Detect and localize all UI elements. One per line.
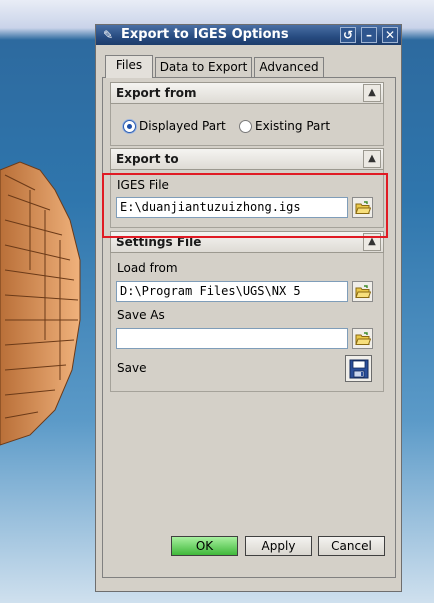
ok-button[interactable]: OK [171,536,238,556]
tab-files[interactable]: Files [105,55,153,78]
collapse-settings-file-icon[interactable]: ▲ [363,233,381,251]
load-from-label: Load from [117,261,178,275]
tab-advanced[interactable]: Advanced [254,57,324,77]
existing-part-radio[interactable] [239,120,252,133]
displayed-part-label[interactable]: Displayed Part [139,119,226,133]
iges-file-label: IGES File [117,178,169,192]
displayed-part-radio[interactable] [123,120,136,133]
reset-icon[interactable]: ↺ [340,27,356,43]
browse-save-as-button[interactable] [352,328,373,349]
save-label: Save [117,361,147,375]
gear-model-graphic [0,161,81,446]
save-settings-button[interactable] [345,355,372,382]
settings-file-header[interactable]: Settings File ▲ [110,231,384,253]
apply-button[interactable]: Apply [245,536,312,556]
folder-open-icon [354,200,371,214]
close-icon[interactable]: ✕ [382,27,398,43]
folder-open-icon [354,331,371,345]
save-as-input[interactable] [116,328,348,349]
save-as-label: Save As [117,308,165,322]
collapse-export-to-icon[interactable]: ▲ [363,150,381,168]
collapse-export-from-icon[interactable]: ▲ [363,84,381,102]
export-from-title: Export from [116,86,197,100]
existing-part-label[interactable]: Existing Part [255,119,330,133]
floppy-disk-icon [349,359,368,378]
folder-open-icon [354,284,371,298]
iges-file-input[interactable]: E:\duanjiantuzuizhong.igs [116,197,348,218]
minimize-icon[interactable]: – [361,27,377,43]
dialog-title-bar[interactable]: ✎ Export to IGES Options ↺ – ✕ [96,25,401,45]
cancel-button[interactable]: Cancel [318,536,385,556]
browse-iges-file-button[interactable] [352,197,373,218]
dialog-title: Export to IGES Options [121,27,289,42]
export-to-header[interactable]: Export to ▲ [110,148,384,170]
load-from-input[interactable]: D:\Program Files\UGS\NX 5 [116,281,348,302]
export-to-title: Export to [116,152,179,166]
settings-file-title: Settings File [116,235,202,249]
export-from-header[interactable]: Export from ▲ [110,82,384,104]
tab-data-to-export[interactable]: Data to Export [155,57,252,77]
browse-load-from-button[interactable] [352,281,373,302]
wrench-icon: ✎ [102,28,114,42]
